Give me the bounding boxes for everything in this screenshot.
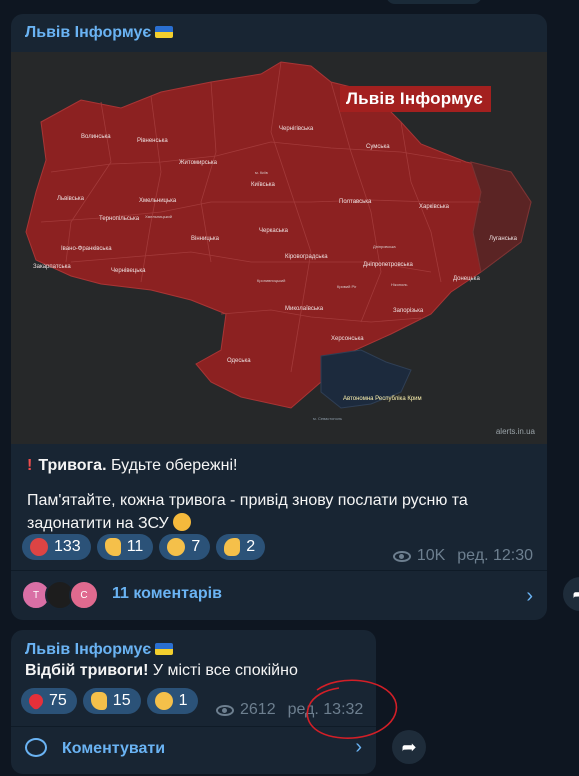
region-label: Хмельницька bbox=[139, 198, 177, 204]
relieved-face-icon bbox=[172, 513, 191, 531]
angry-face-icon bbox=[30, 538, 48, 556]
avatar: С bbox=[69, 580, 99, 610]
views-eye-icon bbox=[216, 704, 234, 716]
city-label: Хмельницький bbox=[145, 214, 172, 219]
region-label: Львівська bbox=[57, 196, 84, 202]
region-label: Вінницька bbox=[191, 236, 219, 242]
reaction-count: 7 bbox=[191, 538, 201, 555]
crying-face-icon bbox=[167, 538, 186, 556]
ukraine-flag-icon bbox=[155, 26, 174, 38]
reaction-thumbs-up[interactable]: 11 bbox=[96, 534, 154, 560]
region-label: Донецька bbox=[453, 276, 480, 282]
channel-post-alert: Львів Інформує Волинська Рівненська Жито… bbox=[11, 14, 547, 620]
region-label: Житомирська bbox=[179, 160, 217, 166]
reactions-bar: 75 15 1 bbox=[21, 688, 198, 714]
reaction-angry[interactable]: 133 bbox=[22, 534, 91, 560]
message-text: ! Тривога. Будьте обережні! Пам'ятайте, к… bbox=[27, 454, 527, 535]
region-label: Кіровоградська bbox=[285, 254, 328, 260]
alert-text: Будьте обережні! bbox=[110, 457, 238, 474]
region-label: Черкаська bbox=[259, 228, 288, 234]
region-label: Автономна Республіка Крим bbox=[343, 396, 422, 402]
top-pill bbox=[386, 0, 482, 4]
chevron-right-icon: › bbox=[526, 585, 533, 607]
message-line2: Пам'ятайте, кожна тривога - привід знову… bbox=[27, 492, 468, 532]
heart-eyes-icon bbox=[154, 692, 173, 710]
comment-label: Коментувати bbox=[62, 740, 166, 757]
thumbs-down-icon bbox=[224, 538, 241, 556]
region-label: Миколаївська bbox=[285, 306, 324, 312]
message-text: Відбій тривоги! У місті все спокійно bbox=[25, 662, 298, 680]
region-label: Рівненська bbox=[137, 138, 168, 144]
region-label: Тернопільська bbox=[99, 216, 140, 222]
comment-bubble-icon bbox=[25, 738, 47, 757]
alert-label: Тривога. bbox=[38, 457, 107, 474]
region-label: Волинська bbox=[81, 134, 111, 140]
city-label: Нікополь bbox=[391, 282, 408, 287]
views-eye-icon bbox=[392, 550, 411, 562]
reaction-crying[interactable]: 7 bbox=[159, 534, 211, 560]
reaction-heart-eyes[interactable]: 1 bbox=[146, 688, 198, 714]
region-label: Харківська bbox=[419, 204, 449, 210]
region-label: Івано-Франківська bbox=[61, 246, 112, 252]
reaction-thumbs-up[interactable]: 15 bbox=[82, 688, 141, 714]
channel-name[interactable]: Львів Інформує bbox=[25, 24, 174, 42]
message-meta: 10K ред. 12:30 bbox=[392, 547, 533, 565]
all-clear-text: У місті все спокійно bbox=[152, 662, 298, 679]
reaction-heart[interactable]: 75 bbox=[21, 688, 77, 714]
heart-icon bbox=[26, 691, 46, 711]
view-count: 2612 bbox=[240, 701, 276, 718]
channel-name-text: Львів Інформує bbox=[25, 641, 152, 658]
channel-name-text: Львів Інформує bbox=[25, 24, 152, 41]
city-label: Кривий Ріг bbox=[337, 284, 357, 289]
region-label: Запорізька bbox=[393, 308, 424, 314]
thumbs-up-icon bbox=[104, 538, 121, 556]
region-label: Дніпропетровська bbox=[363, 262, 413, 268]
city-label: м. Київ bbox=[255, 170, 268, 175]
region-label: Луганська bbox=[489, 236, 517, 242]
region-label: Полтавська bbox=[339, 199, 372, 205]
region-label: Херсонська bbox=[331, 336, 364, 342]
reactions-bar: 133 11 7 2 bbox=[22, 534, 266, 560]
city-label: Кропивницький bbox=[257, 278, 286, 283]
comments-count-label: 11 коментарів bbox=[112, 585, 222, 602]
region-label: Закарпатська bbox=[33, 264, 71, 270]
comments-button[interactable]: Т С 11 коментарів › bbox=[11, 571, 547, 620]
reaction-count: 133 bbox=[54, 538, 81, 555]
region-label: Київська bbox=[251, 182, 275, 188]
all-clear-label: Відбій тривоги! bbox=[25, 662, 149, 679]
map-attribution: alerts.in.ua bbox=[495, 427, 535, 436]
reaction-thumbs-down[interactable]: 2 bbox=[216, 534, 266, 560]
view-count: 10K bbox=[416, 547, 446, 564]
map-brand-watermark: Львів Інформує bbox=[340, 86, 491, 112]
ukraine-flag-icon bbox=[155, 643, 174, 655]
reaction-count: 1 bbox=[178, 692, 188, 709]
message-time: ред. 12:30 bbox=[457, 547, 533, 564]
region-label: Чернівецька bbox=[111, 268, 146, 274]
region-label: Одеська bbox=[227, 358, 251, 364]
city-label: м. Севастополь bbox=[313, 416, 343, 421]
region-label: Сумська bbox=[366, 144, 390, 150]
reaction-count: 11 bbox=[126, 538, 144, 555]
reaction-count: 75 bbox=[49, 692, 67, 709]
channel-name[interactable]: Львів Інформує bbox=[25, 641, 174, 659]
thumbs-up-icon bbox=[90, 692, 107, 710]
share-button[interactable]: ➦ bbox=[563, 577, 579, 611]
commenter-avatars: Т С bbox=[21, 580, 99, 610]
red-scribble-annotation bbox=[306, 679, 398, 739]
reaction-count: 2 bbox=[246, 538, 256, 555]
share-arrow-icon: ➦ bbox=[401, 736, 417, 757]
air-alert-map[interactable]: Волинська Рівненська Житомирська Чернігі… bbox=[11, 52, 547, 444]
city-label: Дніпровська bbox=[373, 244, 396, 249]
exclamation-icon: ! bbox=[27, 457, 33, 474]
reaction-count: 15 bbox=[112, 692, 131, 709]
share-arrow-icon: ➦ bbox=[572, 584, 579, 605]
region-label: Чернігівська bbox=[279, 126, 314, 132]
